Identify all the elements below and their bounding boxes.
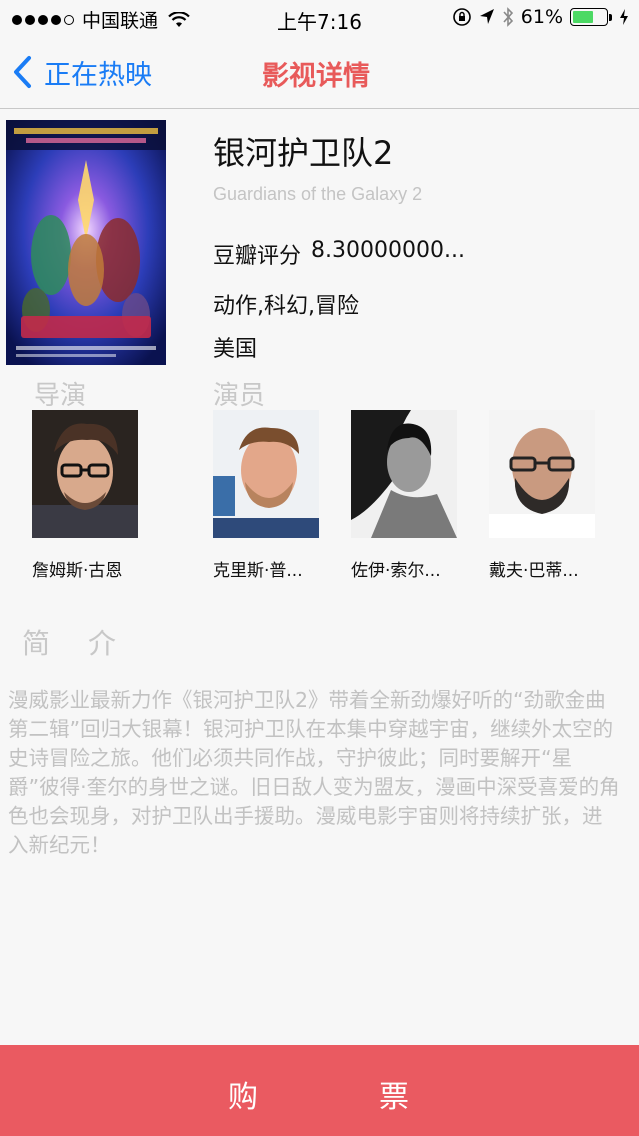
charging-icon [620, 9, 628, 25]
actor-card[interactable]: 佐伊·索尔... [351, 410, 471, 581]
battery-percent: 61% [520, 6, 563, 28]
back-button[interactable]: 正在热映 [12, 50, 152, 94]
buy-label-char: 购 [228, 1080, 258, 1115]
movie-genres: 动作,科幻,冒险 [213, 294, 359, 319]
status-right: 61% [452, 6, 629, 28]
page-title: 影视详情 [262, 61, 370, 92]
director-section-label: 导演 [34, 381, 87, 411]
actor-photo [351, 410, 457, 538]
movie-poster [6, 120, 166, 365]
movie-title: 银河护卫队2 [213, 134, 394, 172]
actor-card[interactable]: 克里斯·普... [213, 410, 333, 581]
actor-photo [213, 410, 319, 538]
battery-fill [573, 11, 593, 23]
intro-section-label: 简介 [22, 627, 155, 660]
actor-card[interactable]: 戴夫·巴蒂... [489, 410, 609, 581]
director-name: 詹姆斯·古恩 [32, 561, 123, 581]
director-photo [32, 410, 138, 538]
buy-ticket-button[interactable]: 购 票 [0, 1045, 639, 1136]
status-bar: 中国联通 上午7:16 61% [0, 0, 639, 38]
movie-country: 美国 [213, 337, 258, 362]
actor-name: 戴夫·巴蒂... [489, 561, 579, 581]
rating-label: 豆瓣评分 [213, 244, 302, 269]
back-label: 正在热映 [44, 59, 152, 91]
nav-bar: 正在热映 影视详情 [0, 38, 639, 109]
actor-name: 佐伊·索尔... [351, 561, 441, 581]
actor-name: 克里斯·普... [213, 561, 303, 581]
actors-section-label: 演员 [213, 381, 266, 411]
orientation-lock-icon [452, 8, 471, 26]
buy-label-char: 票 [379, 1080, 409, 1115]
actor-photo [489, 410, 595, 538]
director-card[interactable]: 詹姆斯·古恩 [32, 410, 152, 581]
bluetooth-icon [503, 7, 513, 27]
rating-row: 豆瓣评分 8.30000000... [213, 238, 465, 270]
rating-value: 8.30000000... [311, 238, 465, 263]
chevron-left-icon [14, 56, 31, 88]
location-arrow-icon [479, 9, 494, 24]
movie-english-title: Guardians of the Galaxy 2 [213, 184, 423, 204]
intro-text: 漫威影业最新力作《银河护卫队2》带着全新劲爆好听的“劲歌金曲第二辑”回归大银幕！… [8, 688, 620, 857]
battery-icon [570, 8, 612, 26]
